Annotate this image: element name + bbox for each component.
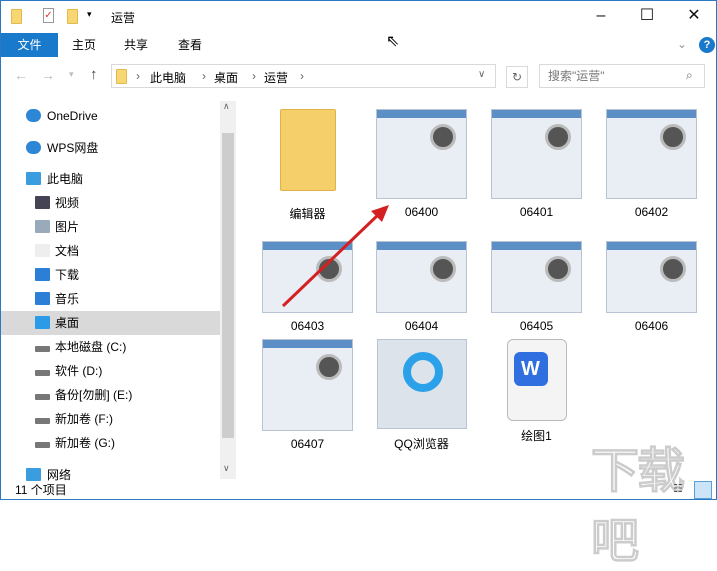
watermark-logo: 下载吧: [591, 445, 686, 569]
annotation-arrow: [281, 205, 389, 308]
details-view-icon[interactable]: ☷: [673, 482, 689, 498]
status-bar: 11 个项目: [1, 479, 717, 501]
item-count: 11 个项目: [15, 483, 67, 497]
arrow-line: [281, 212, 381, 308]
large-icons-view-icon[interactable]: [694, 481, 712, 499]
